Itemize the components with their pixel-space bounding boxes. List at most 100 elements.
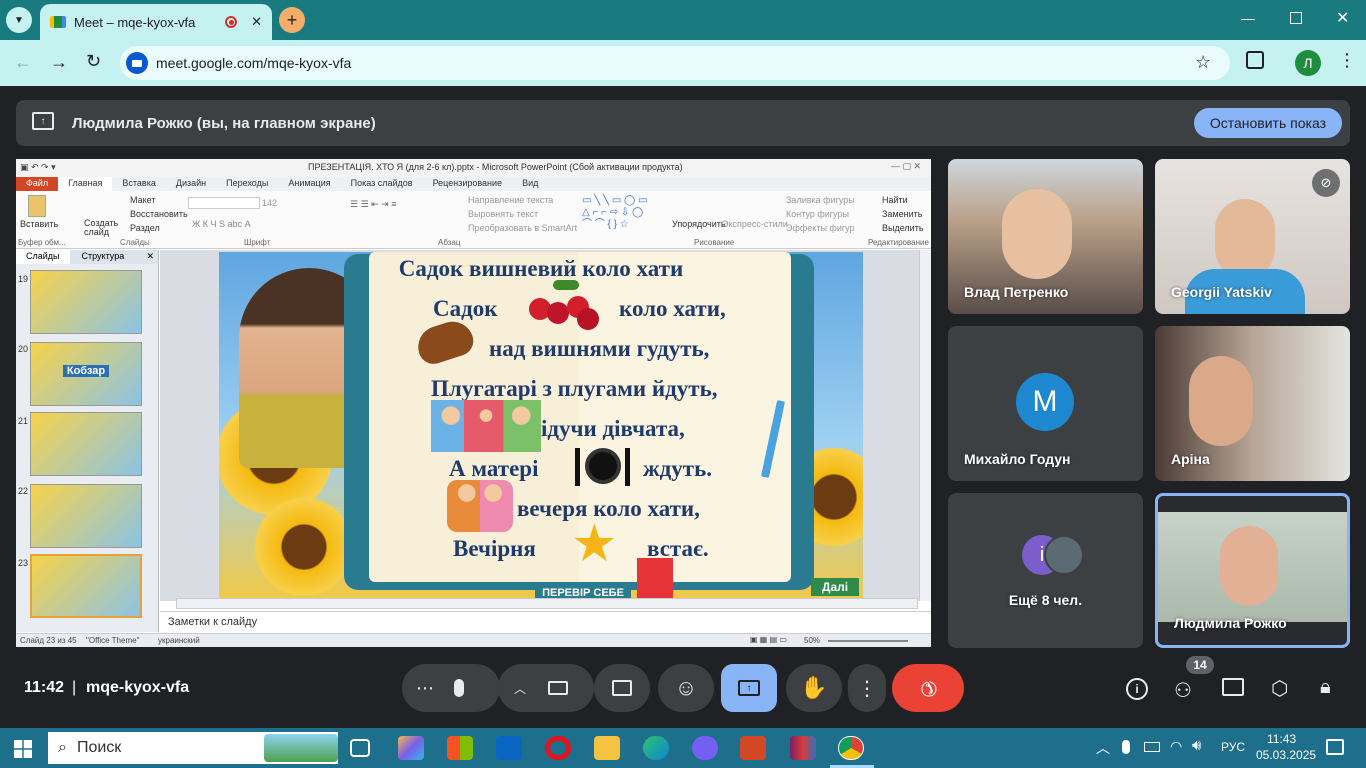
tray-battery-icon[interactable] [1144, 742, 1160, 752]
browser-tab-meet[interactable]: Meet – mqe-kyox-vfa ✕ [40, 4, 272, 40]
activities-icon[interactable]: ⬡ [1271, 676, 1288, 701]
stop-presenting-button[interactable]: Остановить показ [1193, 108, 1342, 138]
shape-fill-button[interactable]: Заливка фигуры [786, 195, 855, 205]
notes-pane[interactable]: Заметки к слайду [160, 611, 931, 633]
find-button[interactable]: Найти [882, 195, 908, 205]
file-explorer-icon[interactable] [594, 736, 620, 760]
more-participants-tile[interactable]: i Ещё 8 чел. [948, 493, 1143, 648]
ppt-tab-view[interactable]: Вид [512, 177, 548, 191]
present-button[interactable]: ↑ [721, 664, 777, 712]
address-bar[interactable]: meet.google.com/mqe-kyox-vfa [120, 46, 1230, 80]
chrome-icon[interactable] [838, 736, 864, 760]
smartart-button[interactable]: Преобразовать в SmartArt [468, 223, 577, 233]
participant-tile-mykhailo[interactable]: M Михайло Годун [948, 326, 1143, 481]
ppt-tab-design[interactable]: Дизайн [166, 177, 216, 191]
task-view-icon[interactable] [350, 739, 370, 757]
section-button[interactable]: Раздел [130, 223, 160, 233]
more-video-options-button[interactable]: ︿ [498, 664, 594, 712]
shape-outline-button[interactable]: Контур фигуры [786, 209, 849, 219]
ppt-tab-home[interactable]: Главная [58, 177, 113, 191]
tray-language[interactable]: РУС [1221, 740, 1245, 754]
tray-chevron-icon[interactable]: ︿ [1096, 738, 1110, 758]
participant-tile-vlad[interactable]: Влад Петренко [948, 159, 1143, 314]
slide-thumb-22[interactable] [30, 484, 142, 548]
check-yourself-button[interactable]: ПЕРЕВІР СЕБЕ [535, 586, 631, 598]
bookmark-star-icon[interactable]: ☆ [1195, 52, 1211, 73]
more-options-button[interactable]: ⋮ [848, 664, 886, 712]
edge-icon[interactable] [643, 736, 669, 760]
meeting-details-icon[interactable]: i [1126, 678, 1148, 700]
layout-button[interactable]: Макет [130, 195, 155, 205]
restore-window-icon[interactable] [1290, 12, 1302, 24]
new-slide-button[interactable]: Создать слайд [84, 219, 118, 237]
slide-thumb-23[interactable] [30, 554, 142, 618]
forward-icon[interactable]: → [50, 52, 68, 73]
slide-thumb-21[interactable] [30, 412, 142, 476]
select-button[interactable]: Выделить [882, 223, 924, 233]
reload-icon[interactable]: ↻ [86, 51, 101, 72]
people-icon[interactable]: ⚇ [1174, 678, 1192, 703]
windows-start-icon[interactable] [14, 740, 32, 758]
chat-icon[interactable] [1222, 678, 1244, 696]
minimize-window-icon[interactable]: — [1241, 10, 1255, 26]
panel-tab-outline[interactable]: Структура [70, 250, 137, 264]
opera-icon[interactable] [545, 736, 571, 760]
participant-tile-arina[interactable]: Аріна [1155, 326, 1350, 481]
close-tab-icon[interactable]: ✕ [251, 14, 262, 30]
font-family-box[interactable] [188, 197, 260, 209]
tray-wifi-icon[interactable]: ◠ [1170, 738, 1182, 755]
outlook-icon[interactable] [496, 736, 522, 760]
reset-button[interactable]: Восстановить [130, 209, 188, 219]
store-icon[interactable] [447, 736, 473, 760]
next-button[interactable]: Далі [811, 578, 859, 596]
host-controls-icon[interactable]: 🔒︎ [1320, 676, 1331, 699]
copilot-icon[interactable] [398, 736, 424, 760]
ppt-tab-animation[interactable]: Анимация [278, 177, 340, 191]
notifications-icon[interactable] [1326, 739, 1344, 755]
participant-tile-lyudmyla[interactable]: Людмила Рожко [1155, 493, 1350, 648]
powerpoint-icon[interactable] [740, 736, 766, 760]
arrange-button[interactable]: Упорядочить [672, 219, 726, 229]
slide-thumb-19[interactable] [30, 270, 142, 334]
panel-close-icon[interactable]: ✕ [142, 250, 158, 264]
close-window-icon[interactable]: ✕ [1336, 8, 1349, 28]
ppt-tab-transitions[interactable]: Переходы [216, 177, 278, 191]
replace-button[interactable]: Заменить [882, 209, 922, 219]
slide-thumb-20[interactable]: Кобзар [30, 342, 142, 406]
paste-button[interactable]: Вставить [20, 219, 58, 229]
ppt-tab-slideshow[interactable]: Показ слайдов [341, 177, 423, 191]
new-tab-button[interactable]: + [279, 7, 305, 33]
reactions-button[interactable]: ☺ [658, 664, 714, 712]
url-text: meet.google.com/mqe-kyox-vfa [156, 55, 352, 71]
tray-time[interactable]: 11:43 [1267, 732, 1296, 746]
winrar-icon[interactable] [790, 736, 816, 760]
leave-call-button[interactable]: ✆ [892, 664, 964, 712]
shape-effects-button[interactable]: Эффекты фигур [786, 223, 855, 233]
tray-volume-icon[interactable]: 🔊︎ [1192, 737, 1201, 754]
captions-button[interactable] [594, 664, 650, 712]
vertical-scrollbar[interactable] [919, 250, 931, 601]
quick-styles-button[interactable]: Экспресс-стили [722, 219, 788, 229]
shapes-gallery[interactable]: ▭ ╲ ╲ ▭ ◯ ▭ △ ⌐ ⌐ ⇨ ⇩ ◯ ⌒ ⌒ { } ☆ [582, 195, 672, 231]
extensions-icon[interactable] [1246, 51, 1264, 69]
back-icon[interactable]: ← [14, 52, 32, 73]
current-slide[interactable]: Садок вишневий коло хати Садок коло хати… [219, 252, 863, 598]
tray-date[interactable]: 05.03.2025 [1256, 748, 1316, 762]
tab-search-button[interactable]: ▼ [6, 7, 32, 33]
taskbar-search[interactable]: ⌕ Поиск [48, 732, 338, 764]
font-size-box[interactable]: 142 [262, 198, 277, 208]
raise-hand-button[interactable]: ✋ [786, 664, 842, 712]
profile-avatar[interactable]: Л [1295, 50, 1321, 76]
text-direction-button[interactable]: Направление текста [468, 195, 553, 205]
more-audio-options-button[interactable]: ⋯ [402, 664, 500, 712]
viber-icon[interactable] [692, 736, 718, 760]
tray-mic-icon[interactable] [1122, 740, 1130, 754]
ppt-tab-review[interactable]: Рецензирование [423, 177, 513, 191]
browser-menu-icon[interactable]: ⋮ [1338, 50, 1356, 71]
participant-tile-georgii[interactable]: ⊘ Georgii Yatskiv [1155, 159, 1350, 314]
panel-tab-slides[interactable]: Слайды [16, 250, 70, 264]
ppt-tab-file[interactable]: Файл [16, 177, 59, 191]
ppt-tab-insert[interactable]: Вставка [112, 177, 165, 191]
align-text-button[interactable]: Выровнять текст [468, 209, 538, 219]
horizontal-scrollbar[interactable] [176, 598, 918, 609]
